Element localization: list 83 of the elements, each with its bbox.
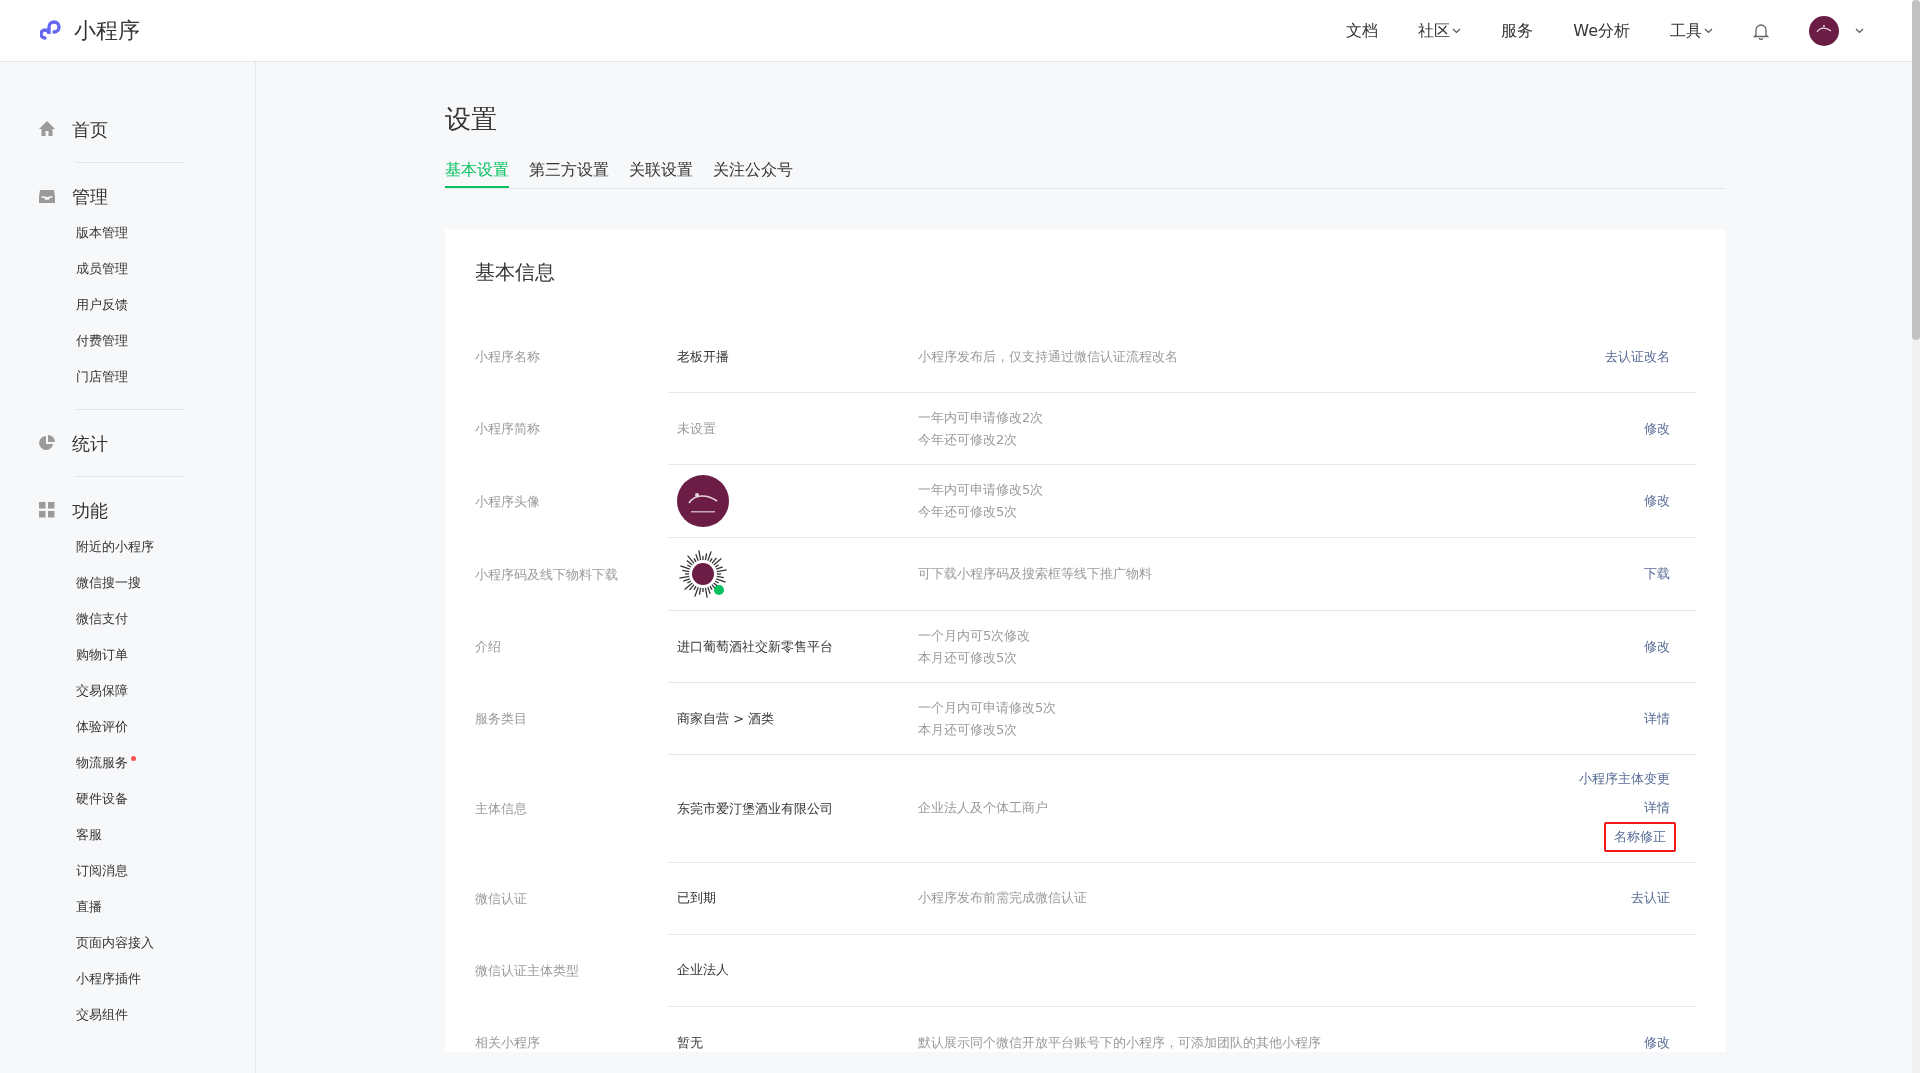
action-link[interactable]: 去认证 <box>1625 884 1676 912</box>
field-value: 商家自营 > 酒类 <box>677 710 775 726</box>
brand-link[interactable]: 小程序 <box>40 14 140 47</box>
action-link[interactable]: 修改 <box>1638 1028 1676 1053</box>
avatar-menu[interactable] <box>1809 15 1864 46</box>
action-link[interactable]: 修改 <box>1638 414 1676 443</box>
hint-text: 企业法人及个体工商户 <box>918 799 1049 818</box>
nav-link[interactable]: 工具 <box>1670 18 1713 43</box>
sidebar-item[interactable]: 附近的小程序 <box>0 529 255 565</box>
sidebar-item[interactable]: 直播 <box>0 889 255 925</box>
caret-icon <box>1452 27 1462 34</box>
tab[interactable]: 关注公众号 <box>713 157 793 189</box>
sidebar-item[interactable]: 微信搜一搜 <box>0 565 255 601</box>
action-link[interactable]: 修改 <box>1638 632 1676 661</box>
sidebar-item[interactable]: 购物订单 <box>0 637 255 673</box>
nav-link[interactable]: 文档 <box>1346 18 1379 43</box>
nav-link[interactable]: 服务 <box>1501 18 1534 43</box>
field-label: 主体信息 <box>475 800 528 819</box>
field-value: 老板开播 <box>677 348 729 364</box>
sidebar-item[interactable]: 小程序插件 <box>0 961 255 997</box>
field-value: 企业法人 <box>677 962 729 978</box>
action-link[interactable]: 详情 <box>1638 704 1676 733</box>
sidebar-item[interactable]: 成员管理 <box>0 251 255 287</box>
field-value: 进口葡萄酒社交新零售平台 <box>677 638 833 654</box>
sidebar-section[interactable]: 管理 <box>72 182 108 210</box>
action-link[interactable]: 修改 <box>1638 487 1676 515</box>
sidebar-item[interactable]: 交易保障 <box>0 673 255 709</box>
field-value: 东莞市爱汀堡酒业有限公司 <box>677 800 833 816</box>
hint-text: 一年内可申请修改5次 今年还可修改5次 <box>918 481 1045 522</box>
caret-icon <box>1704 27 1713 34</box>
field-label: 介绍 <box>475 638 502 657</box>
inbox-icon <box>38 187 56 205</box>
tab[interactable]: 第三方设置 <box>529 157 609 189</box>
sidebar-item[interactable]: 门店管理 <box>0 359 255 395</box>
hint-text: 可下载小程序码及搜索框等线下推广物料 <box>918 565 1153 584</box>
brand-title: 小程序 <box>74 17 140 45</box>
sidebar-item[interactable]: 页面内容接入 <box>0 925 255 961</box>
field-label: 微信认证主体类型 <box>475 961 580 980</box>
sidebar-section[interactable]: 首页 <box>72 115 108 143</box>
field-label: 相关小程序 <box>475 1033 541 1052</box>
card-title: 基本信息 <box>475 259 556 287</box>
sidebar-item[interactable]: 客服 <box>0 817 255 853</box>
sidebar-item[interactable]: 物流服务 <box>0 745 255 781</box>
field-label: 小程序头像 <box>475 492 541 511</box>
action-link[interactable]: 小程序主体变更 <box>1573 765 1676 793</box>
field-value: 已到期 <box>677 890 716 906</box>
scrollbar-thumb[interactable] <box>1912 0 1920 340</box>
sidebar-item[interactable]: 付费管理 <box>0 323 255 359</box>
hint-text: 默认展示同个微信开放平台账号下的小程序，可添加团队的其他小程序 <box>918 1033 1322 1052</box>
sidebar-section[interactable]: 功能 <box>72 496 108 524</box>
field-label: 微信认证 <box>475 889 528 908</box>
field-label: 服务类目 <box>475 710 528 729</box>
action-link[interactable]: 详情 <box>1638 793 1676 822</box>
pie-chart-icon <box>38 434 56 452</box>
bell-icon[interactable] <box>1753 21 1769 40</box>
sidebar-item[interactable]: 版本管理 <box>0 215 255 251</box>
action-link[interactable]: 名称修正 <box>1604 822 1676 852</box>
nav-link[interactable]: We分析 <box>1573 18 1630 43</box>
sidebar-item[interactable]: 交易组件 <box>0 997 255 1033</box>
scrollbar[interactable] <box>1912 0 1920 1073</box>
tab[interactable]: 关联设置 <box>629 157 693 189</box>
sidebar-item[interactable]: 体验评价 <box>0 709 255 745</box>
action-link[interactable]: 去认证改名 <box>1599 342 1676 371</box>
field-label: 小程序简称 <box>475 420 541 439</box>
mini-program-code-icon <box>677 548 729 601</box>
field-label: 小程序名称 <box>475 348 541 367</box>
notification-dot <box>131 756 136 761</box>
grid-icon <box>38 501 56 519</box>
sidebar-item[interactable]: 微信支付 <box>0 601 255 637</box>
page-title: 设置 <box>445 104 498 136</box>
home-icon <box>38 120 56 138</box>
sidebar-section[interactable]: 统计 <box>72 429 108 457</box>
hint-text: 小程序发布前需完成微信认证 <box>918 889 1088 908</box>
field-value: 暂无 <box>677 1034 703 1050</box>
sidebar-item[interactable]: 用户反馈 <box>0 287 255 323</box>
caret-icon <box>1855 27 1864 34</box>
sidebar-item[interactable]: 订阅消息 <box>0 853 255 889</box>
field-label: 小程序码及线下物料下载 <box>475 565 619 584</box>
sidebar-item[interactable]: 硬件设备 <box>0 781 255 817</box>
action-link[interactable]: 下载 <box>1638 560 1676 588</box>
hint-text: 一年内可申请修改2次 今年还可修改2次 <box>918 408 1045 449</box>
nav-link[interactable]: 社区 <box>1418 18 1462 43</box>
hint-text: 小程序发布后，仅支持通过微信认证流程改名 <box>918 347 1179 366</box>
